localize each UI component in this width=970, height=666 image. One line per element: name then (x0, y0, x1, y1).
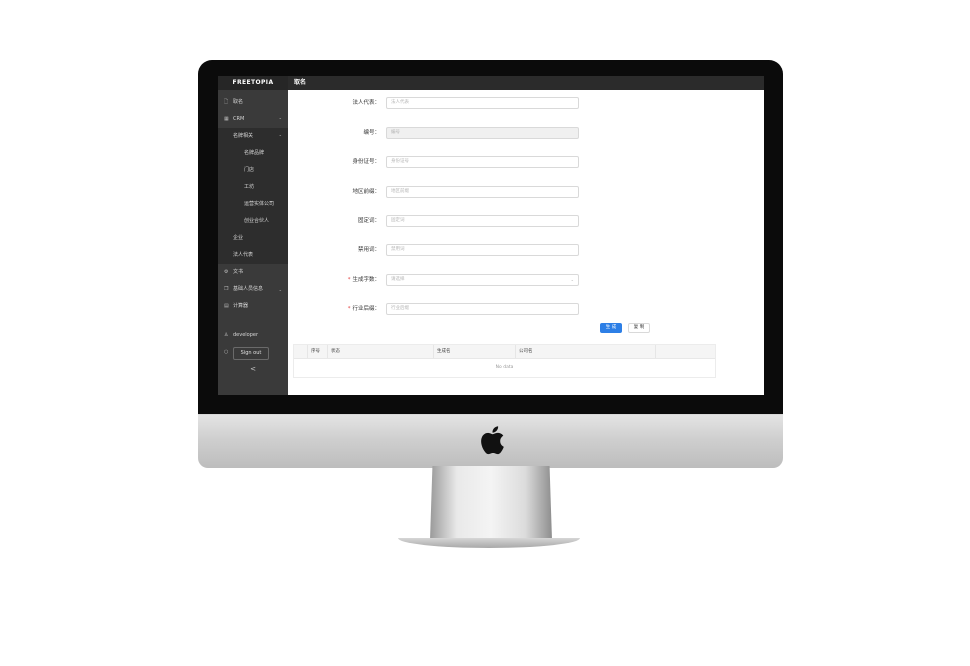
industry-suffix-input[interactable]: 行业后缀 (386, 303, 579, 315)
sidebar-item-legal-rep[interactable]: 法人代表 (218, 247, 288, 264)
table-header: 序号 状态 生成名 公司名 (294, 345, 715, 359)
username: developer (233, 332, 259, 338)
required-mark: * (347, 306, 351, 312)
chevron-down-icon: ⌄ (570, 277, 574, 282)
field-label: 法人代表： (352, 100, 380, 106)
field-row-industry-suffix: * 行业后缀： 行业后缀 (288, 302, 588, 316)
chevron-up-icon: ⌃ (278, 134, 282, 139)
field-label: 固定词： (357, 218, 380, 224)
sidebar-item-partner[interactable]: 创业合伙人 (218, 213, 288, 230)
empty-state: No data (495, 365, 514, 370)
apple-logo-icon (481, 426, 504, 455)
sidebar-item-operating-company[interactable]: 运营实体公司 (218, 196, 288, 213)
field-label: * 生成字数： (347, 277, 380, 283)
field-label: 身份证号： (352, 159, 380, 165)
field-label: * 行业后缀： (347, 306, 380, 312)
sidebar-item-brand[interactable]: 名牌品牌 (218, 145, 288, 162)
banned-word-input[interactable]: 禁用词 (386, 244, 579, 256)
sidebar-item-brand-related[interactable]: 名牌相关 ⌃ (218, 128, 288, 145)
field-row-region-prefix: 地区前缀： 地区前缀 (288, 185, 588, 199)
region-prefix-input[interactable]: 地区前缀 (386, 186, 579, 198)
table-header-cell: 序号 (308, 345, 328, 358)
monitor-stand (430, 466, 552, 540)
copy-icon: ❐ (224, 286, 229, 292)
document-icon: 🗋 (224, 99, 229, 105)
field-label: 编号： (363, 130, 380, 136)
sidebar-item-workshop[interactable]: 工坊 (218, 179, 288, 196)
generate-button[interactable]: 生 成 (600, 323, 622, 333)
page-title: 取名 (288, 76, 764, 90)
field-row-char-count: * 生成字数： 请选择 ⌄ (288, 273, 588, 287)
collapse-sidebar-icon[interactable]: < (218, 365, 288, 373)
sidebar-item-crm[interactable]: ▦ CRM ⌃ (218, 111, 288, 128)
crm-submenu: 名牌相关 ⌃ 名牌品牌 门店 工坊 运营实体公司 创业合伙人 企业 法人代表 (218, 128, 288, 264)
chevron-up-icon: ⌃ (278, 117, 282, 122)
sidebar-item-enterprise[interactable]: 企业 (218, 230, 288, 247)
brand-logo: FREETOPIA (218, 76, 288, 90)
monitor-stand-foot (398, 538, 580, 548)
sign-out-button[interactable]: Sign out (233, 347, 269, 360)
table-header-cell: 公司名 (516, 345, 656, 358)
chevron-down-icon: ⌄ (278, 287, 282, 292)
table-header-cell (294, 345, 308, 358)
fixed-word-input[interactable]: 固定词 (386, 215, 579, 227)
main-content: 法人代表： 法人代表 编号： 编号 身份证号： 身份证号 地区前缀： 地区前缀 … (288, 90, 764, 395)
grid-icon: ▦ (224, 116, 229, 122)
sidebar-item-basic-staff[interactable]: ❐ 基础人员信息 ⌄ (218, 281, 288, 298)
number-input: 编号 (386, 127, 579, 139)
field-row-number: 编号： 编号 (288, 126, 588, 140)
sidebar: FREETOPIA 🗋 取名 ▦ CRM ⌃ 名牌相关 ⌃ 名牌品牌 门店 工坊 (218, 76, 288, 395)
user-row: ♙ developer (218, 328, 288, 342)
legal-rep-input[interactable]: 法人代表 (386, 97, 579, 109)
copy-button[interactable]: 复 制 (628, 323, 650, 333)
id-number-input[interactable]: 身份证号 (386, 156, 579, 168)
results-table: 序号 状态 生成名 公司名 No data (293, 344, 716, 378)
sidebar-item-documents[interactable]: ⚙ 文书 (218, 264, 288, 281)
power-icon: ○ (224, 349, 229, 355)
field-row-id-number: 身份证号： 身份证号 (288, 155, 588, 169)
required-mark: * (347, 277, 351, 283)
settings-icon: ⚙ (224, 269, 229, 275)
field-row-banned-word: 禁用词： 禁用词 (288, 243, 588, 257)
screen: FREETOPIA 🗋 取名 ▦ CRM ⌃ 名牌相关 ⌃ 名牌品牌 门店 工坊 (218, 76, 764, 395)
field-row-legal-rep: 法人代表： 法人代表 (288, 96, 588, 110)
sidebar-item-quming[interactable]: 🗋 取名 (218, 94, 288, 111)
field-label: 地区前缀： (352, 189, 380, 195)
table-header-cell: 状态 (328, 345, 434, 358)
sidebar-item-calculator[interactable]: ▤ 计算器 (218, 298, 288, 315)
char-count-select[interactable]: 请选择 ⌄ (386, 274, 579, 286)
sidebar-item-store[interactable]: 门店 (218, 162, 288, 179)
user-icon: ♙ (224, 332, 229, 338)
calculator-icon: ▤ (224, 303, 229, 309)
select-placeholder: 请选择 (391, 277, 405, 282)
field-row-fixed-word: 固定词： 固定词 (288, 214, 588, 228)
table-header-cell (656, 345, 715, 358)
field-label: 禁用词： (357, 247, 380, 253)
table-header-cell: 生成名 (434, 345, 516, 358)
